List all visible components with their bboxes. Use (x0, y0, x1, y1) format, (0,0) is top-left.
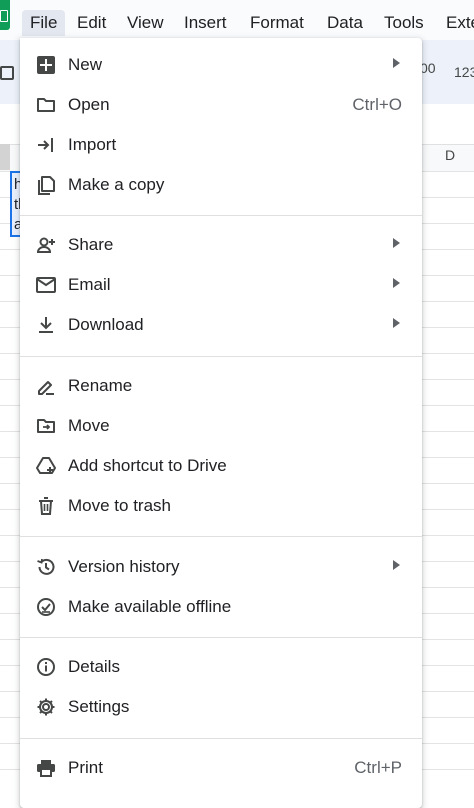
menu-divider (20, 215, 422, 216)
copy-icon (36, 175, 56, 195)
menu-extensions[interactable]: Exte (438, 10, 474, 36)
submenu-arrow-icon (393, 560, 400, 570)
sheets-logo-icon[interactable] (0, 0, 10, 30)
shortcut-label: Ctrl+O (352, 95, 402, 114)
menu-item-label: Print (68, 758, 103, 777)
menu-data[interactable]: Data (319, 10, 371, 36)
menu-item-label: Version history (68, 557, 180, 576)
move-folder-icon (36, 416, 56, 436)
import-icon (36, 135, 56, 155)
menu-divider (20, 738, 422, 739)
menubar: File Edit View Insert Format Data Tools … (0, 0, 474, 40)
menu-item-import[interactable]: Import (20, 126, 422, 164)
menu-item-label: Move to trash (68, 496, 171, 515)
menu-item-details[interactable]: Details (20, 648, 422, 686)
menu-item-label: Import (68, 135, 117, 154)
menu-item-label: Make a copy (68, 175, 165, 194)
number-format-button[interactable]: 123 (454, 64, 474, 80)
menu-divider (20, 637, 422, 638)
menu-item-label: Download (68, 315, 144, 334)
menu-item-settings[interactable]: Settings (20, 688, 422, 726)
file-menu-dropdown: New Open Ctrl+O Import Make a copy Share… (20, 38, 422, 808)
shortcut-label: Ctrl+P (354, 758, 402, 777)
trash-icon (36, 496, 56, 516)
menu-item-label: Make available offline (68, 597, 232, 616)
menu-item-label: Settings (68, 697, 130, 716)
menu-item-label: Email (68, 275, 111, 294)
menu-item-new[interactable]: New (20, 46, 422, 84)
menu-item-download[interactable]: Download (20, 306, 422, 344)
menu-item-rename[interactable]: Rename (20, 367, 422, 405)
person-add-icon (36, 235, 56, 255)
new-plus-icon (36, 55, 56, 75)
menu-item-share[interactable]: Share (20, 226, 422, 264)
menu-item-label: New (68, 55, 103, 74)
menu-item-print[interactable]: Print Ctrl+P (20, 749, 422, 787)
menu-item-label: Move (68, 416, 110, 435)
menu-edit[interactable]: Edit (69, 10, 114, 36)
printer-icon (36, 758, 56, 778)
history-icon (36, 557, 56, 577)
menu-item-move[interactable]: Move (20, 407, 422, 445)
submenu-arrow-icon (393, 58, 400, 68)
menu-insert[interactable]: Insert (176, 10, 235, 36)
table-icon[interactable] (0, 66, 14, 80)
info-icon (36, 657, 56, 677)
decrease-decimal-button[interactable]: 00 (420, 60, 436, 76)
drive-shortcut-icon (36, 456, 56, 476)
menu-item-email[interactable]: Email (20, 266, 422, 304)
menu-divider (20, 536, 422, 537)
menu-item-label: Add shortcut to Drive (68, 456, 227, 475)
column-header-d[interactable]: D (445, 147, 455, 163)
gear-icon (36, 697, 56, 717)
menu-item-label: Rename (68, 376, 133, 395)
download-icon (36, 315, 56, 335)
folder-icon (36, 95, 56, 115)
offline-check-icon (36, 597, 56, 617)
rename-pencil-icon (36, 376, 56, 396)
submenu-arrow-icon (393, 318, 400, 328)
mail-icon (36, 275, 56, 295)
menu-item-make-offline[interactable]: Make available offline (20, 588, 422, 626)
menu-item-version-history[interactable]: Version history (20, 548, 422, 586)
select-all-corner[interactable] (0, 144, 10, 170)
menu-item-move-trash[interactable]: Move to trash (20, 487, 422, 525)
menu-item-add-shortcut[interactable]: Add shortcut to Drive (20, 447, 422, 485)
menu-item-make-copy[interactable]: Make a copy (20, 166, 422, 204)
menu-view[interactable]: View (119, 10, 172, 36)
menu-tools[interactable]: Tools (376, 10, 432, 36)
menu-item-label: Details (68, 657, 120, 676)
submenu-arrow-icon (393, 278, 400, 288)
menu-item-label: Share (68, 235, 114, 254)
menu-file[interactable]: File (22, 10, 66, 36)
menu-format[interactable]: Format (242, 10, 312, 36)
menu-item-open[interactable]: Open Ctrl+O (20, 86, 422, 124)
submenu-arrow-icon (393, 238, 400, 248)
menu-divider (20, 356, 422, 357)
menu-item-label: Open (68, 95, 110, 114)
